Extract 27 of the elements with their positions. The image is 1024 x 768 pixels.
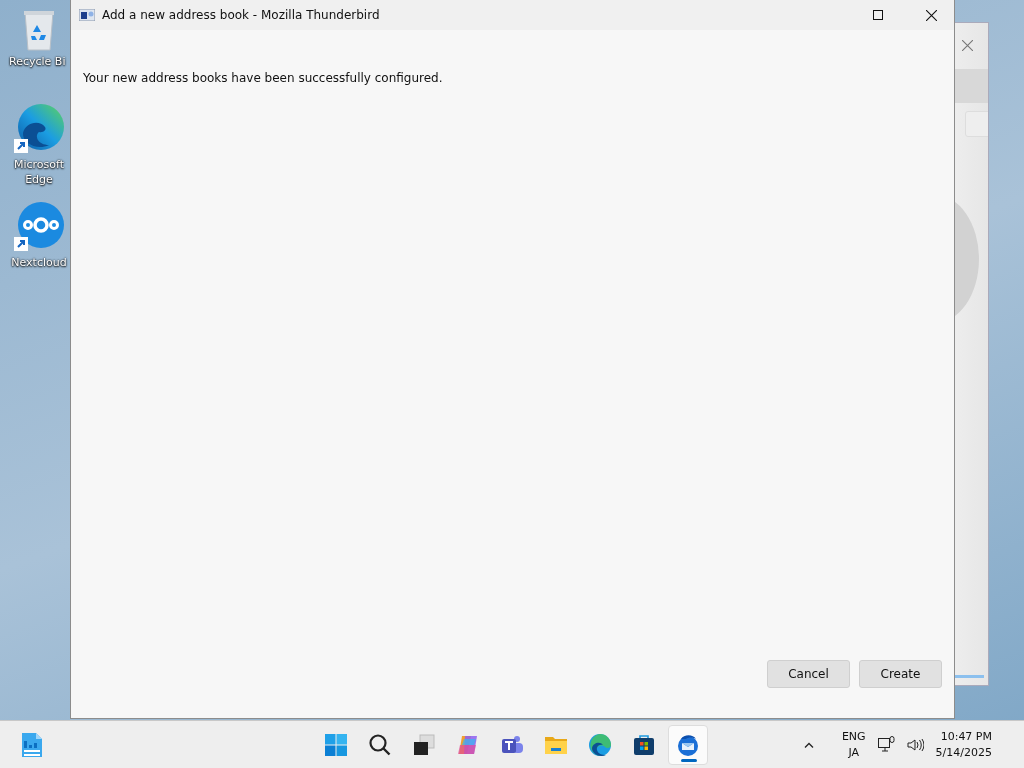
start-icon bbox=[324, 732, 348, 757]
store-icon bbox=[632, 732, 656, 757]
widgets-icon[interactable] bbox=[22, 732, 42, 757]
task-view-icon bbox=[412, 732, 436, 757]
create-button[interactable]: Create bbox=[859, 660, 942, 688]
edge-icon bbox=[13, 103, 65, 155]
thunderbird-taskbar-button[interactable] bbox=[668, 724, 708, 765]
language-text: ENG bbox=[841, 728, 866, 745]
input-mode-text: JA bbox=[848, 744, 860, 761]
maximize-icon bbox=[873, 10, 883, 20]
clock[interactable]: 10:47 PM 5/14/2025 bbox=[935, 728, 992, 761]
date-text: 5/14/2025 bbox=[935, 744, 992, 761]
search-icon bbox=[368, 732, 392, 757]
chevron-up-icon[interactable] bbox=[803, 741, 814, 748]
message-text: Your new address books have been successfully configured. bbox=[83, 71, 444, 87]
network-icon[interactable] bbox=[877, 736, 895, 753]
volume-icon[interactable] bbox=[906, 737, 924, 752]
cancel-button[interactable]: Cancel bbox=[767, 660, 850, 688]
window-title: Add a new address book - Mozilla Thunderbird bbox=[102, 8, 381, 22]
edge-icon bbox=[588, 732, 612, 757]
address-book-icon bbox=[79, 9, 95, 21]
nextcloud-icon bbox=[13, 201, 65, 253]
time-text: 10:47 PM bbox=[940, 728, 992, 745]
close-icon bbox=[925, 9, 937, 21]
thunderbird-icon bbox=[676, 732, 700, 757]
close-icon[interactable] bbox=[962, 40, 973, 51]
language-indicator[interactable]: ENG JA bbox=[841, 728, 866, 761]
